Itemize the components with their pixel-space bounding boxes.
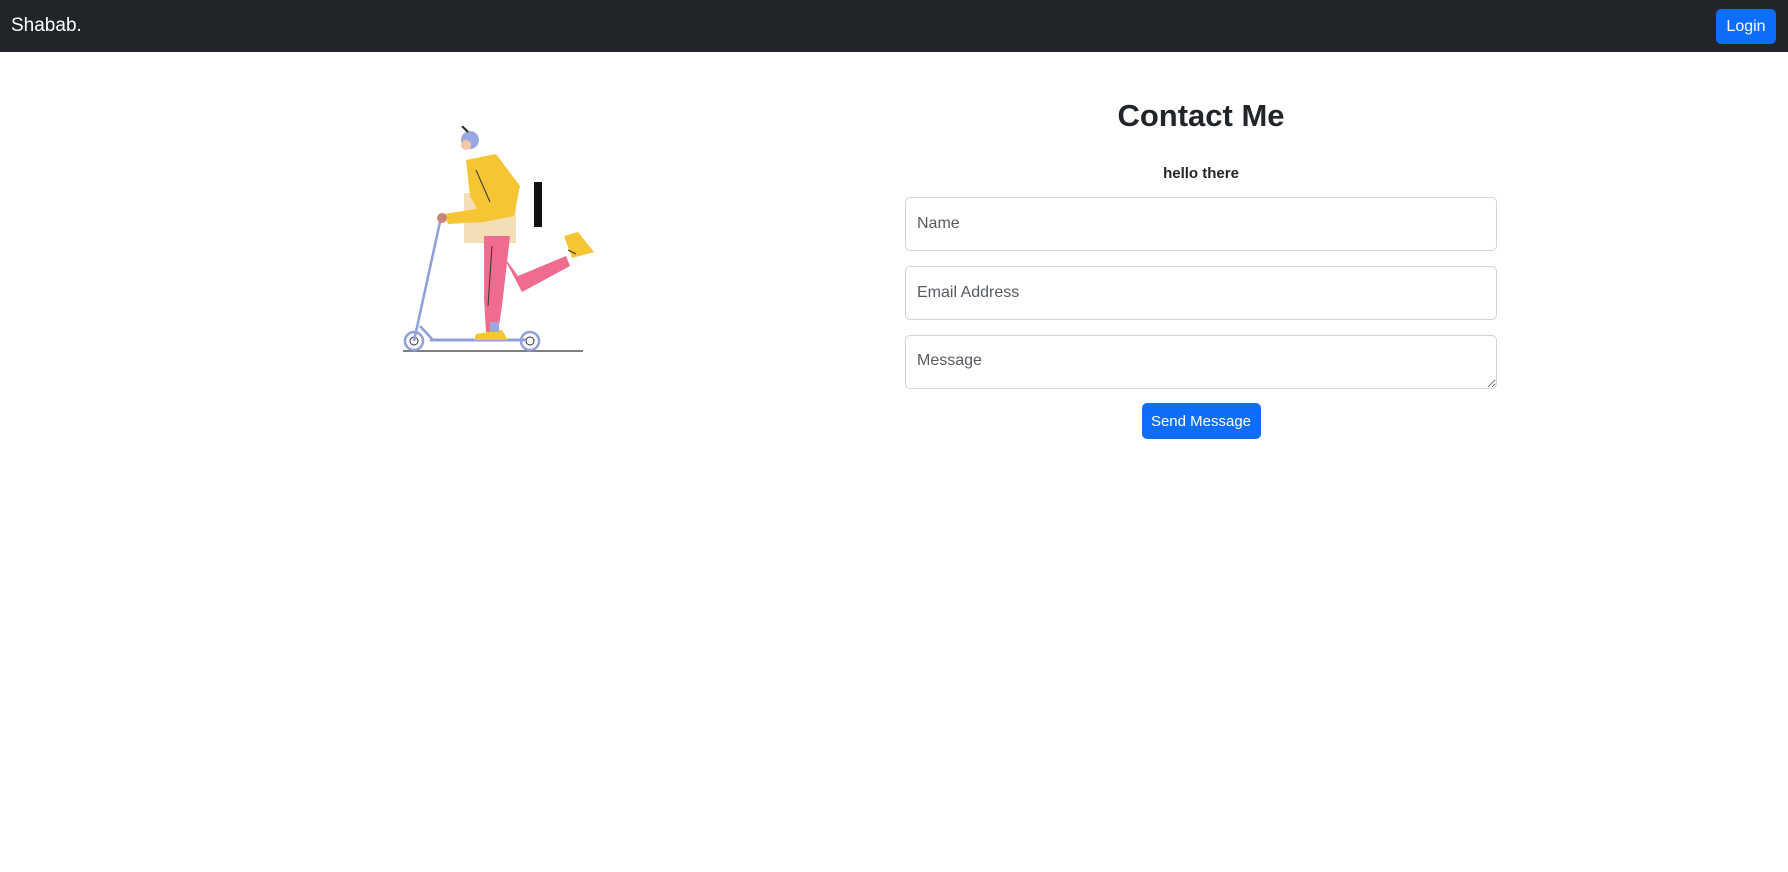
email-input[interactable] <box>905 266 1497 320</box>
contact-section: Contact Me hello there Send Message <box>905 90 1497 439</box>
page-title: Contact Me <box>1117 98 1285 133</box>
send-message-button[interactable]: Send Message <box>1141 403 1261 439</box>
scooter-illustration <box>398 125 618 356</box>
navbar: Shabab. Login <box>0 0 1788 52</box>
brand-logo[interactable]: Shabab. <box>11 14 82 38</box>
send-button-wrapper: Send Message <box>905 403 1497 439</box>
login-button[interactable]: Login <box>1716 9 1776 44</box>
message-textarea[interactable] <box>905 335 1497 389</box>
name-input[interactable] <box>905 197 1497 251</box>
contact-subtitle: hello there <box>1163 165 1239 182</box>
